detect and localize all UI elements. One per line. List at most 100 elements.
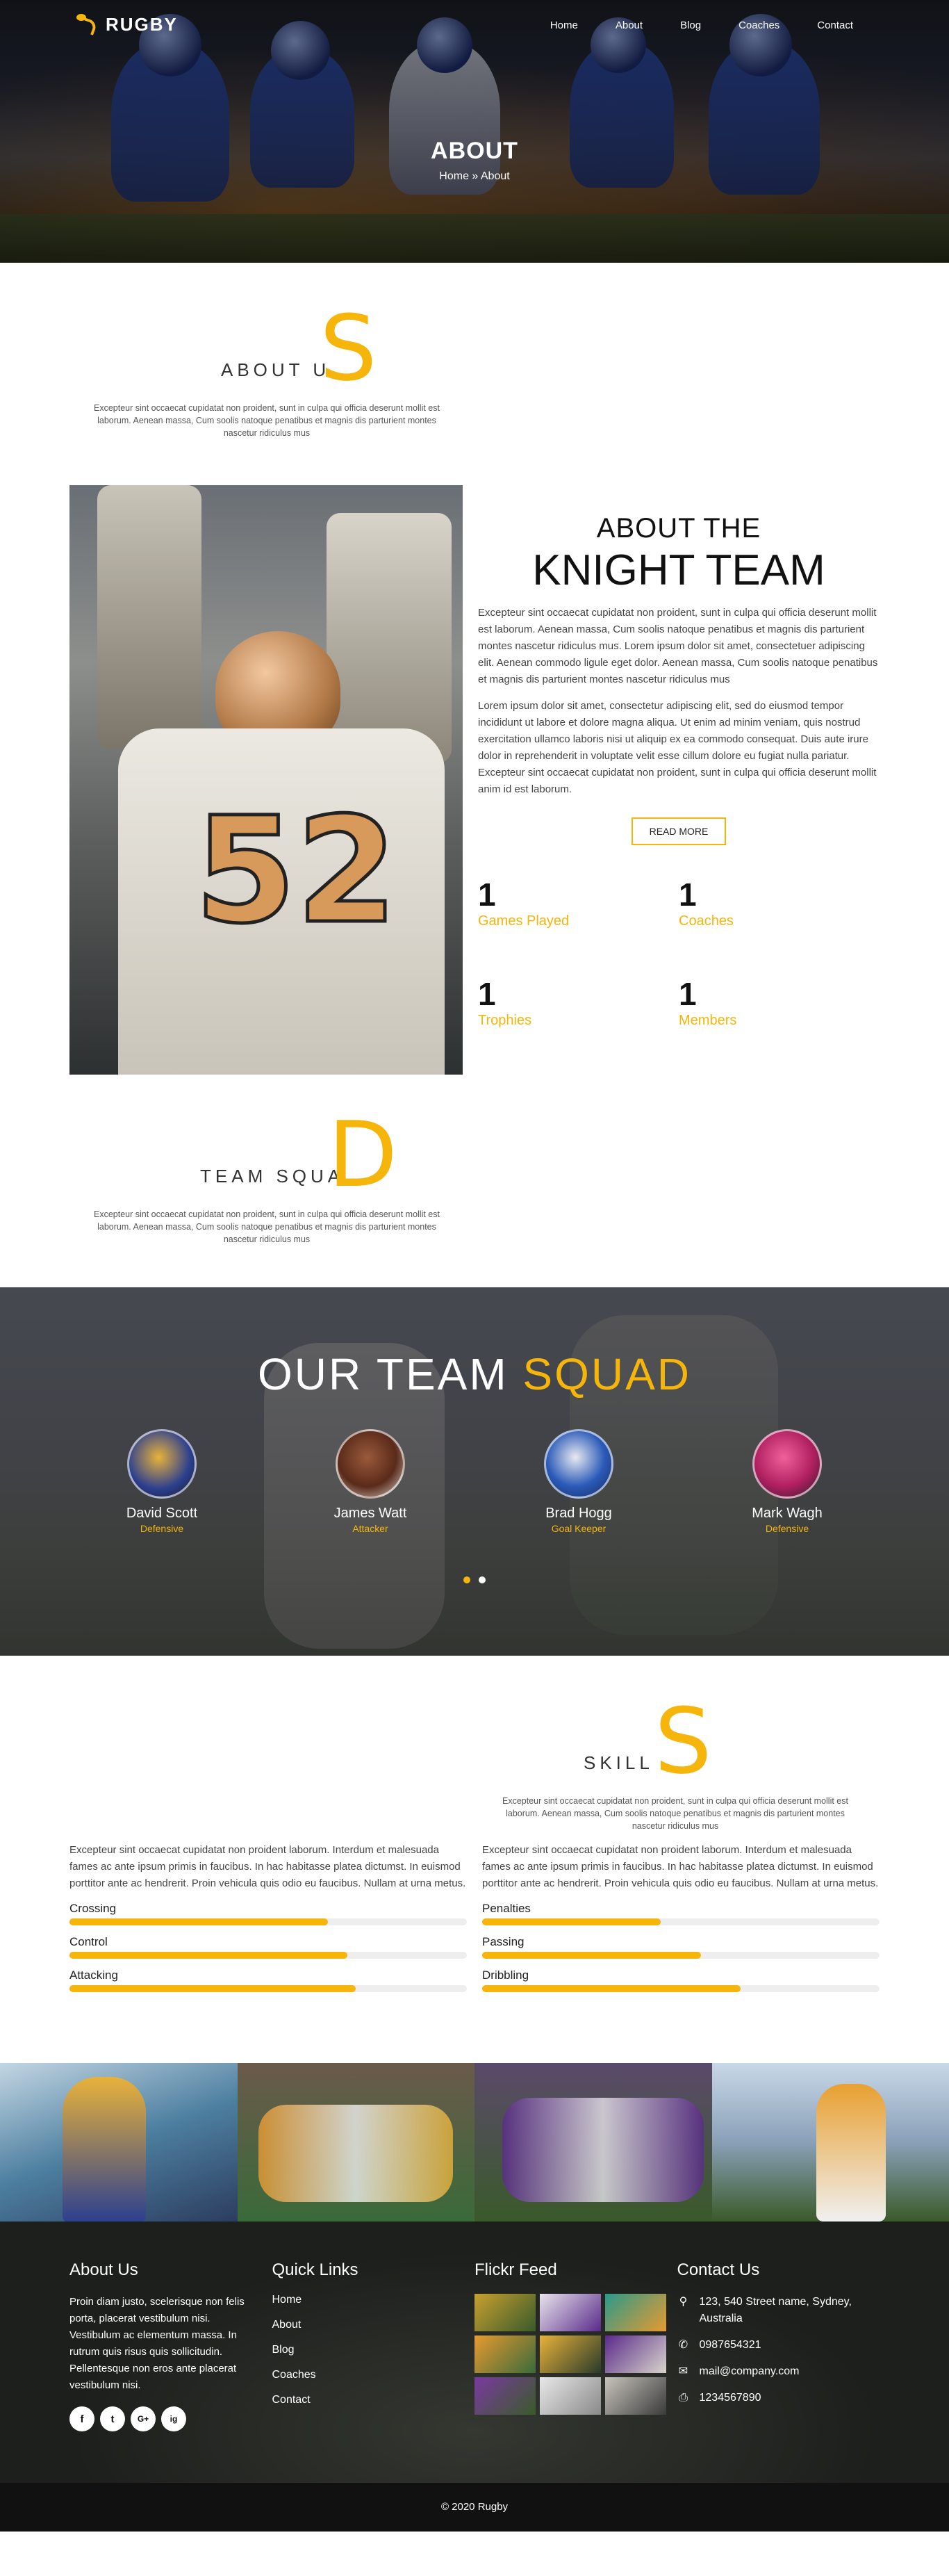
top-navigation: RUGBY Home About Blog Coaches Contact	[0, 0, 949, 54]
member-role: Goal Keeper	[551, 1523, 606, 1534]
skill-label: Crossing	[69, 1902, 117, 1915]
member-name: Mark Wagh	[752, 1506, 823, 1521]
member-name: David Scott	[126, 1506, 198, 1521]
skill-bar-fill	[482, 1952, 701, 1959]
breadcrumb[interactable]: Home » About	[0, 170, 949, 183]
flickr-thumbnail[interactable]	[540, 2377, 601, 2415]
contact-fax-text: 1234567890	[699, 2392, 761, 2404]
team-squad-title: TEAM SQUA D	[69, 1109, 463, 1200]
about-team-content: ABOUT THE KNIGHT TEAM Excepteur sint occ…	[463, 485, 880, 1075]
social-links: f t G+ ig	[69, 2406, 272, 2431]
player-photo: 52	[69, 485, 463, 1075]
avatar	[127, 1429, 197, 1499]
footer-about-title: About Us	[69, 2260, 138, 2279]
nav-item-home[interactable]: Home	[550, 19, 578, 31]
read-more-button[interactable]: READ MORE	[631, 817, 727, 845]
flickr-thumbnail[interactable]	[605, 2377, 666, 2415]
footer-link-about[interactable]: About	[272, 2319, 475, 2331]
gallery-image[interactable]	[237, 2063, 474, 2222]
about-paragraph-1: Excepteur sint occaecat cupidatat non pr…	[478, 607, 878, 685]
flickr-thumbnail[interactable]	[540, 2294, 601, 2331]
twitter-icon[interactable]: t	[100, 2406, 125, 2431]
flickr-thumbnail[interactable]	[605, 2335, 666, 2373]
stat-number: 1	[679, 877, 697, 913]
skill-bar-track	[482, 1952, 880, 1959]
footer-link-blog[interactable]: Blog	[272, 2344, 475, 2356]
flickr-thumbnail[interactable]	[605, 2294, 666, 2331]
instagram-icon[interactable]: ig	[161, 2406, 186, 2431]
stat-label: Coaches	[679, 913, 734, 929]
contact-fax: ⎙ 1234567890	[677, 2390, 880, 2406]
squad-carousel: David Scott Defensive James Watt Attacke…	[0, 1429, 949, 1534]
background-player	[97, 485, 201, 749]
skill-label: Control	[69, 1935, 108, 1948]
skills-title: SKILL S	[477, 1696, 880, 1786]
footer-link-contact[interactable]: Contact	[272, 2394, 475, 2406]
flickr-thumbnail[interactable]	[540, 2335, 601, 2373]
skill-label: Attacking	[69, 1968, 118, 1982]
footer-contact: Contact Us ⚲ 123, 540 Street name, Sydney…	[677, 2260, 880, 2431]
footer-about-text: Proin diam justo, scelerisque non felis …	[69, 2296, 245, 2391]
stat-number: 1	[478, 976, 496, 1012]
rugby-player-icon	[75, 13, 99, 36]
skill-label: Passing	[482, 1935, 525, 1948]
fax-icon: ⎙	[679, 2392, 688, 2404]
skill-bar-fill	[69, 1952, 348, 1959]
hero-banner: RUGBY Home About Blog Coaches Contact AB…	[0, 0, 949, 263]
nav-item-blog[interactable]: Blog	[680, 19, 701, 31]
contact-phone-text[interactable]: 0987654321	[700, 2337, 761, 2354]
google-plus-icon[interactable]: G+	[131, 2406, 156, 2431]
skill-bar-fill	[69, 1985, 356, 1992]
footer-link-home[interactable]: Home	[272, 2294, 475, 2306]
squad-member-card[interactable]: James Watt Attacker	[332, 1429, 409, 1534]
about-heading-big: KNIGHT TEAM	[532, 546, 825, 594]
envelope-icon: ✉	[678, 2365, 688, 2377]
stat-members: 1 Members	[679, 978, 880, 1029]
contact-address: ⚲ 123, 540 Street name, Sydney, Australia	[677, 2294, 880, 2327]
nav-item-about[interactable]: About	[616, 19, 643, 31]
hero-heading: ABOUT Home » About	[0, 138, 949, 183]
stats-grid: 1 Games Played 1 Coaches 1 Trophies 1 Me…	[478, 879, 880, 1029]
footer-columns: About Us Proin diam justo, scelerisque n…	[69, 2222, 880, 2431]
stat-number: 1	[679, 976, 697, 1012]
flickr-grid	[474, 2294, 677, 2415]
squad-member-card[interactable]: Brad Hogg Goal Keeper	[540, 1429, 617, 1534]
gallery-image[interactable]	[0, 2063, 238, 2222]
skills-grid: Excepteur sint occaecat cupidatat non pr…	[69, 1842, 880, 1992]
facebook-icon[interactable]: f	[69, 2406, 94, 2431]
gallery-image[interactable]	[474, 2063, 712, 2222]
avatar	[752, 1429, 822, 1499]
skill-label: Dribbling	[482, 1968, 529, 1982]
flickr-thumbnail[interactable]	[474, 2335, 536, 2373]
flickr-thumbnail[interactable]	[474, 2294, 536, 2331]
carousel-dots	[0, 1576, 949, 1583]
flickr-thumbnail[interactable]	[474, 2377, 536, 2415]
squad-member-card[interactable]: David Scott Defensive	[124, 1429, 200, 1534]
brand-logo[interactable]: RUGBY	[75, 13, 178, 36]
footer-link-coaches[interactable]: Coaches	[272, 2369, 475, 2381]
footer-flickr: Flickr Feed	[474, 2260, 677, 2431]
squad-heading-white: OUR TEAM	[258, 1349, 509, 1399]
carousel-dot-1[interactable]	[463, 1576, 470, 1583]
team-squad-description: Excepteur sint occaecat cupidatat non pr…	[94, 1209, 440, 1244]
squad-heading-accent: SQUAD	[522, 1349, 691, 1399]
skill-passing: Passing	[482, 1935, 880, 1959]
skill-bar-track	[482, 1985, 880, 1992]
about-us-description: Excepteur sint occaecat cupidatat non pr…	[94, 403, 440, 438]
carousel-dot-2[interactable]	[479, 1576, 486, 1583]
brand-name: RUGBY	[106, 13, 178, 35]
stat-label: Trophies	[478, 1013, 532, 1028]
about-paragraph-2: Lorem ipsum dolor sit amet, consectetur …	[478, 700, 877, 795]
team-squad-title-small: TEAM SQUA	[200, 1166, 345, 1187]
nav-item-contact[interactable]: Contact	[817, 19, 853, 31]
avatar	[544, 1429, 613, 1499]
stat-number: 1	[478, 877, 496, 913]
squad-heading: OUR TEAM SQUAD	[0, 1348, 949, 1400]
contact-email-text[interactable]: mail@company.com	[700, 2363, 800, 2380]
squad-member-card[interactable]: Mark Wagh Defensive	[749, 1429, 825, 1534]
gallery-image[interactable]	[711, 2063, 949, 2222]
skill-bar-track	[69, 1985, 467, 1992]
footer-contact-title: Contact Us	[677, 2260, 760, 2279]
skills-column-right: Excepteur sint occaecat cupidatat non pr…	[482, 1842, 880, 1992]
nav-item-coaches[interactable]: Coaches	[738, 19, 779, 31]
